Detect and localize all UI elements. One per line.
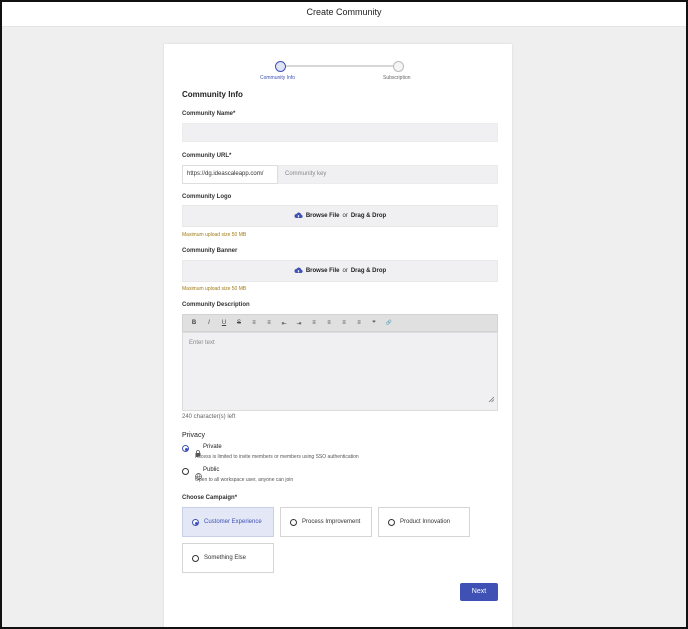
community-name-label: Community Name* xyxy=(182,111,236,117)
logo-or: or xyxy=(342,213,348,219)
campaign-something-else[interactable]: Something Else xyxy=(182,543,274,573)
title-bar: Create Community xyxy=(2,2,686,27)
campaign-product-innovation-radio[interactable] xyxy=(388,519,395,526)
campaign-customer-experience-radio[interactable] xyxy=(192,519,199,526)
privacy-private-desc: Access is limited to invite members or m… xyxy=(195,454,359,460)
community-key-placeholder: Community key xyxy=(285,171,327,177)
community-banner-label: Community Banner xyxy=(182,248,238,254)
bullet-list-icon[interactable]: ≡ xyxy=(250,320,258,326)
choose-campaign-label: Choose Campaign* xyxy=(182,495,238,501)
align-center-icon[interactable]: ≡ xyxy=(325,320,333,326)
privacy-private-radio[interactable] xyxy=(182,445,189,452)
underline-button[interactable]: U xyxy=(220,320,228,326)
banner-upload-dropzone[interactable]: Browse File or Drag & Drop xyxy=(182,260,498,282)
campaign-product-innovation[interactable]: Product Innovation xyxy=(378,507,470,537)
stepper-line xyxy=(278,65,398,67)
privacy-public-desc: Open to all workspace user, anyone can j… xyxy=(195,477,294,483)
campaign-process-improvement-label: Process Improvement xyxy=(302,519,361,525)
bold-button[interactable]: B xyxy=(190,320,198,326)
logo-upload-hint: Maximum upload size 50 MB xyxy=(182,232,247,238)
chars-left: 240 character(s) left xyxy=(182,414,236,420)
quote-icon[interactable]: ❞ xyxy=(370,320,378,327)
banner-upload-hint: Maximum upload size 50 MB xyxy=(182,286,247,292)
align-left-icon[interactable]: ≡ xyxy=(310,320,318,326)
community-key-input[interactable]: Community key xyxy=(278,165,498,184)
description-editor[interactable]: Enter text xyxy=(182,332,498,411)
campaign-product-innovation-label: Product Innovation xyxy=(400,519,451,525)
community-url-label: Community URL* xyxy=(182,153,232,159)
align-right-icon[interactable]: ≡ xyxy=(340,320,348,326)
resize-handle-icon[interactable] xyxy=(488,390,495,408)
page-title: Create Community xyxy=(306,7,382,17)
cloud-upload-icon xyxy=(294,212,303,221)
privacy-private-title: Private xyxy=(203,444,222,450)
banner-browse-file[interactable]: Browse File xyxy=(306,268,340,274)
privacy-label: Privacy xyxy=(182,432,205,439)
indent-icon[interactable]: ⇥ xyxy=(295,320,303,327)
step-subscription-circle[interactable] xyxy=(393,61,404,72)
logo-upload-dropzone[interactable]: Browse File or Drag & Drop xyxy=(182,205,498,227)
strikethrough-button[interactable]: S xyxy=(235,320,243,326)
campaign-customer-experience-label: Customer Experience xyxy=(204,519,262,525)
community-name-input[interactable] xyxy=(182,123,498,142)
align-justify-icon[interactable]: ≡ xyxy=(355,320,363,326)
numbered-list-icon[interactable]: ≡ xyxy=(265,320,273,326)
description-placeholder: Enter text xyxy=(189,340,215,346)
editor-toolbar: B I U S ≡ ≡ ⇤ ⇥ ≡ ≡ ≡ ≡ ❞ 🔗 xyxy=(182,314,498,332)
next-button[interactable]: Next xyxy=(460,583,498,601)
section-title: Community Info xyxy=(182,90,243,99)
outdent-icon[interactable]: ⇤ xyxy=(280,320,288,327)
logo-drag-drop: Drag & Drop xyxy=(350,213,387,219)
campaign-something-else-radio[interactable] xyxy=(192,555,199,562)
banner-drag-drop: Drag & Drop xyxy=(350,268,387,274)
step-community-info-label: Community Info xyxy=(260,75,296,81)
campaign-process-improvement-radio[interactable] xyxy=(290,519,297,526)
cloud-upload-icon xyxy=(294,267,303,276)
banner-or: or xyxy=(342,268,348,274)
campaign-customer-experience[interactable]: Customer Experience xyxy=(182,507,274,537)
community-logo-label: Community Logo xyxy=(182,194,232,200)
step-subscription-label: Subscription xyxy=(383,75,411,81)
community-url-prefix: https://dg.ideascaleapp.com/ xyxy=(182,165,278,184)
campaign-something-else-label: Something Else xyxy=(204,555,247,561)
privacy-public-title: Public xyxy=(203,467,220,473)
community-description-label: Community Description xyxy=(182,302,250,308)
privacy-public-radio[interactable] xyxy=(182,468,189,475)
create-community-card: Community Info Subscription Community In… xyxy=(164,44,512,627)
step-community-info-circle[interactable] xyxy=(275,61,286,72)
logo-browse-file[interactable]: Browse File xyxy=(306,213,340,219)
italic-button[interactable]: I xyxy=(205,320,213,326)
campaign-process-improvement[interactable]: Process Improvement xyxy=(280,507,372,537)
link-icon[interactable]: 🔗 xyxy=(385,320,393,326)
app-window: Create Community Community Info Subscrip… xyxy=(0,0,688,629)
